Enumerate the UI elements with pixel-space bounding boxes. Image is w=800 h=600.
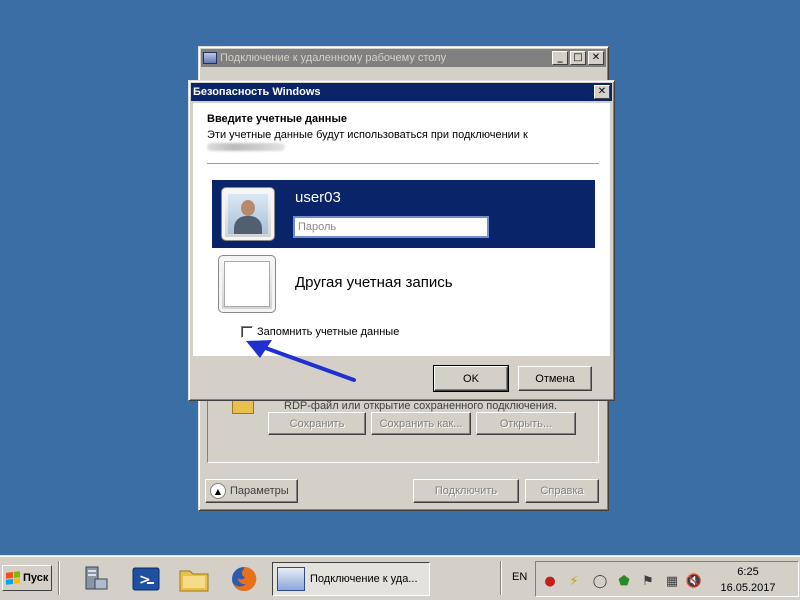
clock-time[interactable]: 6:25 (720, 566, 776, 578)
volume-muted-icon[interactable]: 🔇 (686, 573, 702, 589)
rdp-window-titlebar[interactable]: Подключение к удаленному рабочему столу … (201, 49, 606, 67)
dialog-titlebar[interactable]: Безопасность Windows ✕ (191, 83, 612, 101)
taskbar: Пуск > Подключение к уда... EN ● ⚡ ◯ ⬟ ⚑… (0, 556, 800, 600)
dialog-separator (207, 163, 599, 164)
other-account-label[interactable]: Другая учетная запись (295, 274, 453, 291)
language-indicator[interactable]: EN (512, 571, 527, 583)
maximize-icon[interactable]: □ (570, 51, 586, 65)
rdp-hint-text: RDP-файл или открытие сохраненного подкл… (284, 400, 557, 412)
flash-icon[interactable]: ⚡ (566, 573, 582, 589)
security-alert-icon[interactable]: ● (542, 573, 558, 589)
user-tile-selected[interactable]: user03 (212, 180, 595, 248)
dialog-subheading: Эти учетные данные будут использоваться … (207, 129, 528, 141)
connect-button[interactable]: Подключить (413, 479, 519, 503)
windows-logo-icon (6, 571, 20, 585)
ok-button[interactable]: OK (433, 365, 509, 392)
password-input[interactable] (293, 216, 489, 238)
folder-icon (232, 400, 254, 414)
taskbar-item-label: Подключение к уда... (310, 573, 418, 585)
system-tray: ● ⚡ ◯ ⬟ ⚑ ▦ 🔇 6:25 16.05.2017 (535, 561, 799, 597)
clock-date[interactable]: 16.05.2017 (712, 582, 784, 594)
blank-avatar-icon (224, 261, 270, 307)
redacted-hostname (207, 143, 285, 151)
help-button[interactable]: Справка (525, 479, 599, 503)
user-avatar (221, 187, 275, 241)
user-name: user03 (295, 189, 341, 206)
close-icon[interactable]: ✕ (588, 51, 604, 65)
other-account-tile[interactable] (218, 255, 276, 313)
rdp-save-group: RDP-файл или открытие сохраненного подкл… (207, 397, 599, 463)
cancel-button[interactable]: Отмена (518, 366, 592, 391)
taskbar-separator (500, 561, 502, 595)
save-as-button[interactable]: Сохранить как... (371, 412, 471, 435)
annotation-arrow-icon (246, 340, 356, 382)
dialog-body: Введите учетные данные Эти учетные данны… (193, 103, 610, 356)
taskbar-separator (58, 561, 60, 595)
params-label: Параметры (230, 485, 289, 497)
server-manager-icon[interactable] (80, 563, 112, 595)
powershell-icon[interactable]: > (130, 563, 162, 595)
taskbar-item-rdp[interactable]: Подключение к уда... (272, 562, 430, 596)
shield-icon[interactable]: ⬟ (616, 573, 632, 589)
chevron-up-icon: ▲ (210, 483, 226, 499)
svg-text:>: > (139, 572, 151, 588)
start-button[interactable]: Пуск (2, 565, 52, 591)
save-button[interactable]: Сохранить (268, 412, 366, 435)
network-icon[interactable]: ▦ (664, 573, 680, 589)
explorer-folder-icon[interactable] (178, 563, 210, 595)
dialog-close-icon[interactable]: ✕ (594, 85, 610, 99)
remote-desktop-icon (277, 567, 305, 591)
open-button[interactable]: Открыть... (476, 412, 576, 435)
firefox-icon[interactable] (228, 563, 260, 595)
flag-icon[interactable]: ⚑ (640, 573, 656, 589)
params-button[interactable]: ▲ Параметры (205, 479, 298, 503)
remote-desktop-icon (203, 52, 217, 64)
dialog-heading: Введите учетные данные (207, 113, 347, 125)
mouse-icon[interactable]: ◯ (592, 573, 608, 589)
start-label: Пуск (23, 572, 49, 584)
rdp-window-title: Подключение к удаленному рабочему столу (220, 52, 447, 64)
minimize-icon[interactable]: _ (552, 51, 568, 65)
user-avatar-icon (228, 194, 268, 234)
dialog-title: Безопасность Windows (193, 86, 321, 98)
